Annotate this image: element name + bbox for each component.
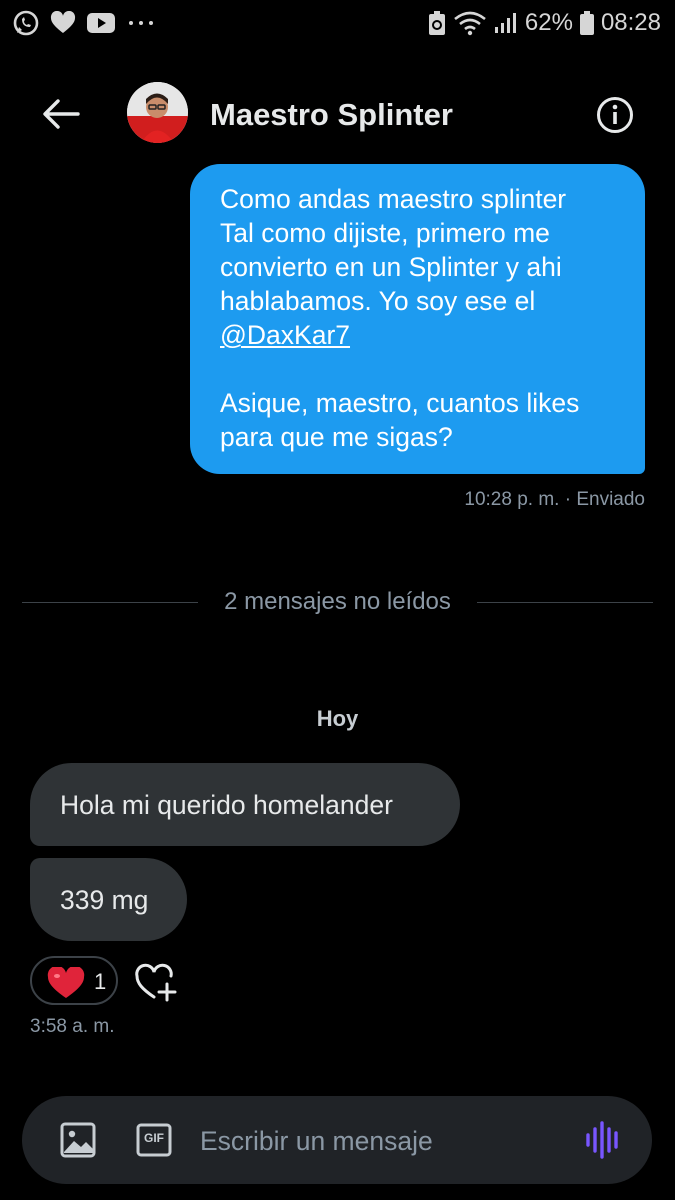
heart-plus-icon [135, 963, 177, 1002]
status-bar: 62% 08:28 [0, 0, 675, 46]
status-time: 08:28 [600, 9, 661, 36]
message-text: Hola mi querido homelander [60, 789, 393, 820]
incoming-message[interactable]: Hola mi querido homelander [30, 763, 460, 846]
conversation-header: Maestro Splinter [0, 70, 675, 160]
whatsapp-icon [12, 9, 40, 37]
message-timestamp: 3:58 a. m. [30, 1016, 115, 1037]
mention-link[interactable]: @DaxKar7 [220, 320, 350, 350]
message-timestamp: 10:28 p. m. · Enviado [464, 489, 645, 510]
wifi-icon [453, 10, 487, 36]
youtube-icon [86, 12, 116, 34]
day-label: Hoy [316, 706, 359, 731]
heart-icon [50, 11, 76, 35]
arrow-left-icon [43, 99, 80, 129]
reaction-count: 1 [94, 969, 107, 994]
divider-line [477, 602, 653, 603]
battery-saver-icon [427, 10, 447, 36]
incoming-message[interactable]: 339 mg [30, 858, 187, 941]
signal-icon [493, 11, 519, 35]
message-line: para que me sigas? [220, 422, 453, 452]
outgoing-message[interactable]: Como andas maestro splinter Tal como dij… [190, 164, 645, 474]
info-icon [597, 97, 633, 133]
add-reaction-button[interactable] [134, 962, 178, 1002]
add-image-button[interactable] [60, 1122, 96, 1158]
heart-icon [47, 967, 85, 998]
message-text: 339 mg [60, 884, 149, 915]
avatar[interactable] [127, 82, 188, 143]
voice-waveform-icon [586, 1121, 618, 1159]
message-line: Tal como dijiste, primero me [220, 218, 550, 248]
battery-icon [579, 10, 595, 36]
image-icon [60, 1122, 96, 1158]
more-dots-icon [126, 18, 156, 28]
unread-divider: 2 mensajes no leídos [22, 586, 653, 620]
gif-label: GIF [144, 1131, 164, 1145]
back-button[interactable] [38, 94, 86, 134]
conversation-title[interactable]: Maestro Splinter [210, 97, 453, 133]
voice-message-button[interactable] [582, 1120, 626, 1160]
message-composer: GIF [22, 1096, 652, 1184]
battery-percent: 62% [524, 9, 573, 36]
message-line: Asique, maestro, cuantos likes [220, 388, 580, 418]
info-button[interactable] [596, 96, 634, 134]
message-line: convierto en un Splinter y ahi [220, 252, 562, 282]
heart-reaction-badge[interactable]: 1 [30, 956, 118, 1005]
message-line: Como andas maestro splinter [220, 184, 567, 214]
gif-button[interactable]: GIF [136, 1123, 172, 1157]
message-input[interactable] [198, 1116, 572, 1166]
message-line: hablabamos. Yo soy ese el [220, 286, 536, 316]
